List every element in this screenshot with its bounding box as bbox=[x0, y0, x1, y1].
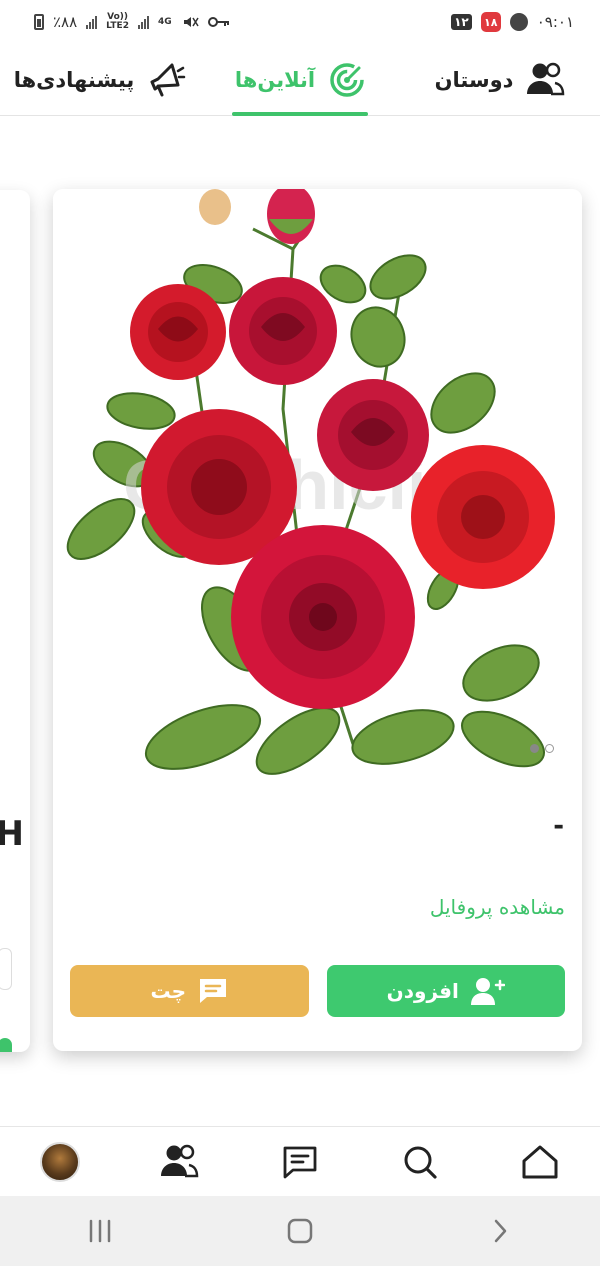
add-friend-label: افزودن bbox=[386, 979, 459, 1003]
add-friend-button[interactable]: افزودن bbox=[326, 965, 565, 1017]
notification-badge: ۱۸ bbox=[480, 12, 501, 32]
network-type: 4G bbox=[157, 16, 172, 27]
signal-icon-2 bbox=[137, 15, 149, 29]
chat-button[interactable]: چت bbox=[70, 965, 309, 1017]
nav-messages[interactable] bbox=[270, 1132, 330, 1192]
chevron-right-icon bbox=[494, 1219, 507, 1243]
tab-friends[interactable]: دوستان bbox=[400, 44, 600, 115]
add-user-icon bbox=[470, 978, 505, 1005]
photo-pager[interactable] bbox=[530, 744, 554, 753]
peek-name: H bbox=[0, 814, 24, 854]
home-square-icon bbox=[287, 1218, 313, 1244]
tab-online[interactable]: آنلاین‌ها bbox=[200, 44, 400, 116]
tab-friends-label: دوستان bbox=[434, 67, 514, 92]
peek-button[interactable] bbox=[0, 1038, 12, 1052]
key-icon bbox=[207, 17, 229, 27]
nav-profile[interactable] bbox=[30, 1132, 90, 1192]
user-card: Graphicline - مشاهده پروفایل افزودن چت bbox=[53, 189, 582, 1051]
friends-icon bbox=[527, 62, 565, 95]
user-name: - bbox=[553, 811, 564, 841]
recent-apps-button[interactable] bbox=[70, 1206, 130, 1256]
nav-home[interactable] bbox=[510, 1132, 570, 1192]
mute-icon bbox=[183, 17, 199, 27]
nav-search[interactable] bbox=[390, 1132, 450, 1192]
rose-bouquet-image: Graphicline bbox=[66, 189, 555, 775]
home-icon bbox=[522, 1145, 558, 1178]
peek-field bbox=[0, 948, 12, 990]
avatar[interactable] bbox=[40, 1141, 80, 1182]
previous-user-card[interactable]: H bbox=[0, 190, 30, 1052]
messages-icon bbox=[283, 1146, 317, 1178]
tab-online-label: آنلاین‌ها bbox=[234, 67, 316, 92]
view-profile-link[interactable]: مشاهده پروفایل bbox=[430, 895, 565, 919]
app-notification-icon bbox=[509, 13, 528, 31]
pager-dot[interactable] bbox=[545, 744, 554, 753]
clock: ۰۹:۰۱ bbox=[536, 13, 574, 31]
status-right: ۱۲ ۱۸ ۰۹:۰۱ bbox=[451, 12, 574, 32]
card-actions: افزودن چت bbox=[70, 965, 565, 1017]
search-icon bbox=[404, 1146, 437, 1179]
user-carousel[interactable]: H Graphicline - مشاهده پروفایل افزودن چت bbox=[0, 116, 600, 1126]
battery-icon bbox=[34, 14, 44, 30]
system-navigation bbox=[0, 1196, 600, 1266]
megaphone-icon bbox=[150, 63, 186, 96]
friends-icon bbox=[161, 1144, 199, 1177]
status-bar: ٪۸۸ Vo)) LTE2 4G ۱۲ ۱۸ ۰۹:۰۱ bbox=[0, 0, 600, 44]
home-system-button[interactable] bbox=[270, 1206, 330, 1256]
bottom-nav bbox=[0, 1126, 600, 1196]
battery-level: ٪۸۸ bbox=[53, 13, 78, 31]
back-button[interactable] bbox=[470, 1206, 530, 1256]
pager-dot[interactable] bbox=[530, 744, 539, 753]
chat-icon bbox=[200, 979, 227, 1003]
chat-label: چت bbox=[150, 979, 187, 1003]
tab-suggested-label: پیشنهادی‌ها bbox=[13, 67, 135, 92]
recent-apps-icon bbox=[89, 1219, 111, 1243]
signal-icon bbox=[86, 15, 98, 29]
top-tabs: دوستان آنلاین‌ها پیشنهادی‌ها bbox=[0, 44, 600, 116]
date-badge: ۱۲ bbox=[451, 14, 472, 30]
tab-suggested[interactable]: پیشنهادی‌ها bbox=[0, 44, 200, 115]
profile-photo[interactable]: Graphicline bbox=[53, 189, 582, 781]
radar-icon bbox=[330, 62, 364, 97]
volte-label: Vo)) LTE2 bbox=[106, 12, 129, 31]
nav-friends[interactable] bbox=[150, 1132, 210, 1192]
status-left: ٪۸۸ Vo)) LTE2 4G bbox=[34, 13, 230, 31]
